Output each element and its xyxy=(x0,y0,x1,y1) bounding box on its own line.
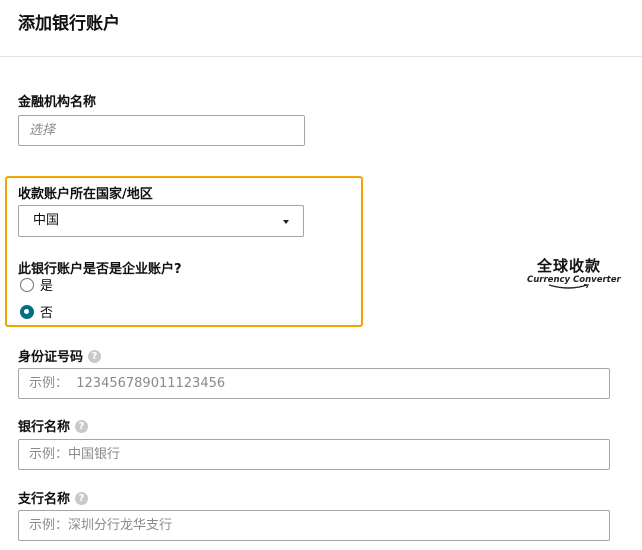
radio-option-no[interactable]: 否 xyxy=(20,302,53,321)
country-selected-value: 中国 xyxy=(33,213,60,228)
country-label: 收款账户所在国家/地区 xyxy=(18,187,153,202)
logo-en-text: Currency Converter xyxy=(527,275,621,285)
logo-cn-text: 全球收款 xyxy=(536,257,601,275)
id-number-label: 身份证号码? xyxy=(18,346,102,365)
id-number-input[interactable] xyxy=(18,368,610,399)
bank-name-label: 银行名称? xyxy=(18,416,89,435)
branch-name-label-text: 支行名称 xyxy=(18,492,71,507)
header-divider xyxy=(0,56,642,57)
radio-yes[interactable] xyxy=(20,277,34,292)
help-icon[interactable]: ? xyxy=(75,492,89,505)
radio-yes-label: 是 xyxy=(40,279,54,294)
currency-converter-logo: 全球收款 Currency Converter xyxy=(527,257,621,290)
branch-name-label: 支行名称? xyxy=(18,488,89,507)
branch-name-input[interactable] xyxy=(18,510,610,541)
radio-option-yes[interactable]: 是 xyxy=(20,275,53,294)
country-select[interactable]: 中国 xyxy=(18,205,304,237)
institution-label: 金融机构名称 xyxy=(18,95,97,110)
page-title: 添加银行账户 xyxy=(18,14,120,34)
help-icon[interactable]: ? xyxy=(88,350,102,363)
institution-select-input[interactable] xyxy=(18,115,305,146)
help-icon[interactable]: ? xyxy=(75,420,89,433)
bank-name-label-text: 银行名称 xyxy=(18,420,71,435)
bank-name-input[interactable] xyxy=(18,439,610,470)
chevron-down-icon xyxy=(283,220,289,224)
radio-no-label: 否 xyxy=(40,306,54,321)
id-number-label-text: 身份证号码 xyxy=(18,350,84,365)
radio-no[interactable] xyxy=(20,304,34,319)
